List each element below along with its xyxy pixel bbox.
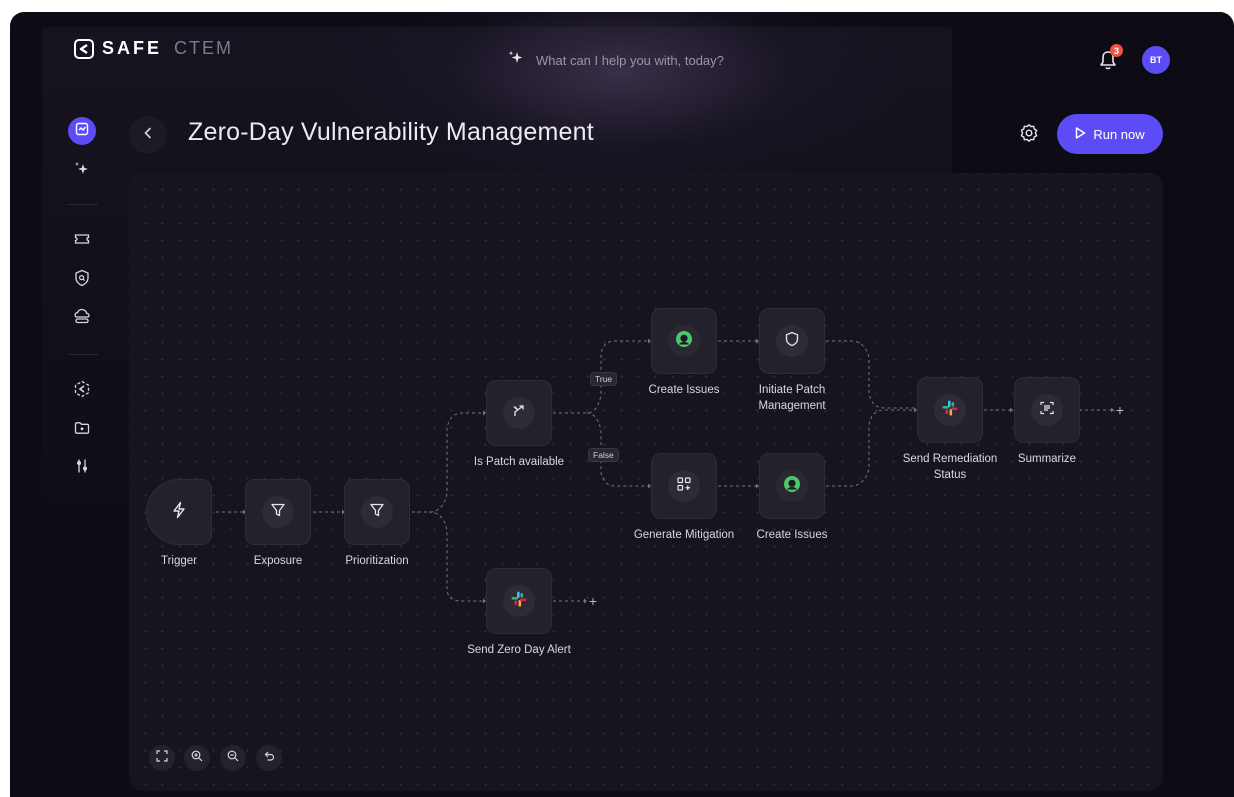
safe-logo-icon <box>73 380 91 403</box>
sparkles-icon <box>508 50 524 71</box>
run-now-button[interactable]: Run now <box>1057 114 1163 154</box>
node-label: Prioritization <box>345 555 409 567</box>
add-step-button[interactable]: + <box>586 594 600 608</box>
branch-icon <box>511 403 527 424</box>
node-create-issues-true[interactable] <box>651 308 717 374</box>
sidebar-item-cloud[interactable] <box>68 304 96 332</box>
notification-badge: 3 <box>1110 44 1123 57</box>
filter-icon <box>270 502 286 523</box>
shield-icon <box>784 331 800 352</box>
play-icon <box>1075 126 1086 142</box>
sidebar-item-tickets[interactable] <box>68 227 96 255</box>
sidebar-item-settings[interactable] <box>68 454 96 482</box>
node-icon-wrap <box>668 470 700 502</box>
ticket-icon <box>74 232 90 251</box>
node-label: Is Patch available <box>473 456 565 468</box>
undo-button[interactable] <box>256 745 282 771</box>
fullscreen-icon <box>156 749 168 767</box>
issue-tracker-icon <box>782 474 802 499</box>
slack-icon <box>510 590 528 613</box>
node-label: Send Zero Day Alert <box>467 644 571 656</box>
run-now-label: Run now <box>1093 126 1145 142</box>
sparkles-icon <box>74 161 90 182</box>
bell-icon <box>1098 51 1118 75</box>
node-is-patch-available[interactable] <box>486 380 552 446</box>
zoom-out-button[interactable] <box>220 745 246 771</box>
node-initiate-patch-management[interactable] <box>759 308 825 374</box>
sidebar-item-folders[interactable] <box>68 416 96 444</box>
add-grid-icon <box>676 476 692 497</box>
brand-name: SAFE <box>102 38 163 58</box>
slack-icon <box>941 399 959 422</box>
node-icon-wrap <box>776 325 808 357</box>
node-create-issues-false[interactable] <box>759 453 825 519</box>
node-label: Initiate Patch Management <box>758 384 826 412</box>
lightning-icon <box>171 501 187 524</box>
branch-false-tag: False <box>588 448 619 462</box>
zoom-out-icon <box>227 749 239 767</box>
ai-search-bar[interactable]: What can I help you with, today? <box>508 50 724 71</box>
workflow-settings-button[interactable] <box>1012 118 1046 152</box>
undo-icon <box>263 749 275 767</box>
node-icon-wrap <box>262 496 294 528</box>
branch-true-tag: True <box>590 372 618 386</box>
filter-icon <box>369 502 385 523</box>
node-icon-wrap <box>361 496 393 528</box>
shield-search-icon <box>74 269 90 292</box>
cloud-icon <box>73 307 91 330</box>
node-icon-wrap <box>503 585 535 617</box>
search-placeholder: What can I help you with, today? <box>536 53 724 68</box>
page-title: Zero-Day Vulnerability Management <box>188 118 594 146</box>
folder-icon <box>74 421 90 440</box>
fit-view-button[interactable] <box>149 745 175 771</box>
workflow-canvas[interactable]: Trigger Exposure Prioritization Is Patch… <box>129 173 1163 791</box>
zoom-in-icon <box>191 749 203 767</box>
chevron-left-icon <box>143 126 153 144</box>
sidebar-divider <box>68 204 98 205</box>
zoom-in-button[interactable] <box>184 745 210 771</box>
node-trigger[interactable] <box>146 479 212 545</box>
node-label: Summarize <box>1017 453 1077 465</box>
node-exposure[interactable] <box>245 479 311 545</box>
app-logo[interactable]: SAFE CTEM <box>74 38 233 59</box>
issue-tracker-icon <box>674 329 694 354</box>
user-avatar[interactable]: BT <box>1142 46 1170 74</box>
node-prioritization[interactable] <box>344 479 410 545</box>
sidebar-item-security[interactable] <box>68 266 96 294</box>
node-icon-wrap <box>503 397 535 429</box>
add-step-button[interactable]: + <box>1113 403 1127 417</box>
header-glow <box>340 12 900 192</box>
sidebar-item-safe-engine[interactable] <box>68 377 96 405</box>
node-icon-wrap <box>934 394 966 426</box>
scan-text-icon <box>1039 400 1055 421</box>
gear-icon <box>1019 123 1039 148</box>
sliders-icon <box>74 458 90 479</box>
node-generate-mitigation[interactable] <box>651 453 717 519</box>
sidebar-divider <box>68 354 98 355</box>
back-button[interactable] <box>129 116 167 154</box>
brand-product: CTEM <box>174 38 234 58</box>
safe-logo-icon <box>74 38 94 59</box>
node-icon-wrap <box>776 470 808 502</box>
sidebar-item-ai[interactable] <box>68 157 96 185</box>
sidebar-item-workflows[interactable] <box>68 117 96 145</box>
workflow-icon <box>75 122 89 141</box>
node-summarize[interactable] <box>1014 377 1080 443</box>
node-icon-wrap <box>668 325 700 357</box>
node-send-zero-day-alert[interactable] <box>486 568 552 634</box>
notifications-button[interactable]: 3 <box>1098 44 1123 75</box>
node-send-remediation-status[interactable] <box>917 377 983 443</box>
node-icon-wrap <box>1031 394 1063 426</box>
node-label: Create Issues <box>756 529 828 541</box>
